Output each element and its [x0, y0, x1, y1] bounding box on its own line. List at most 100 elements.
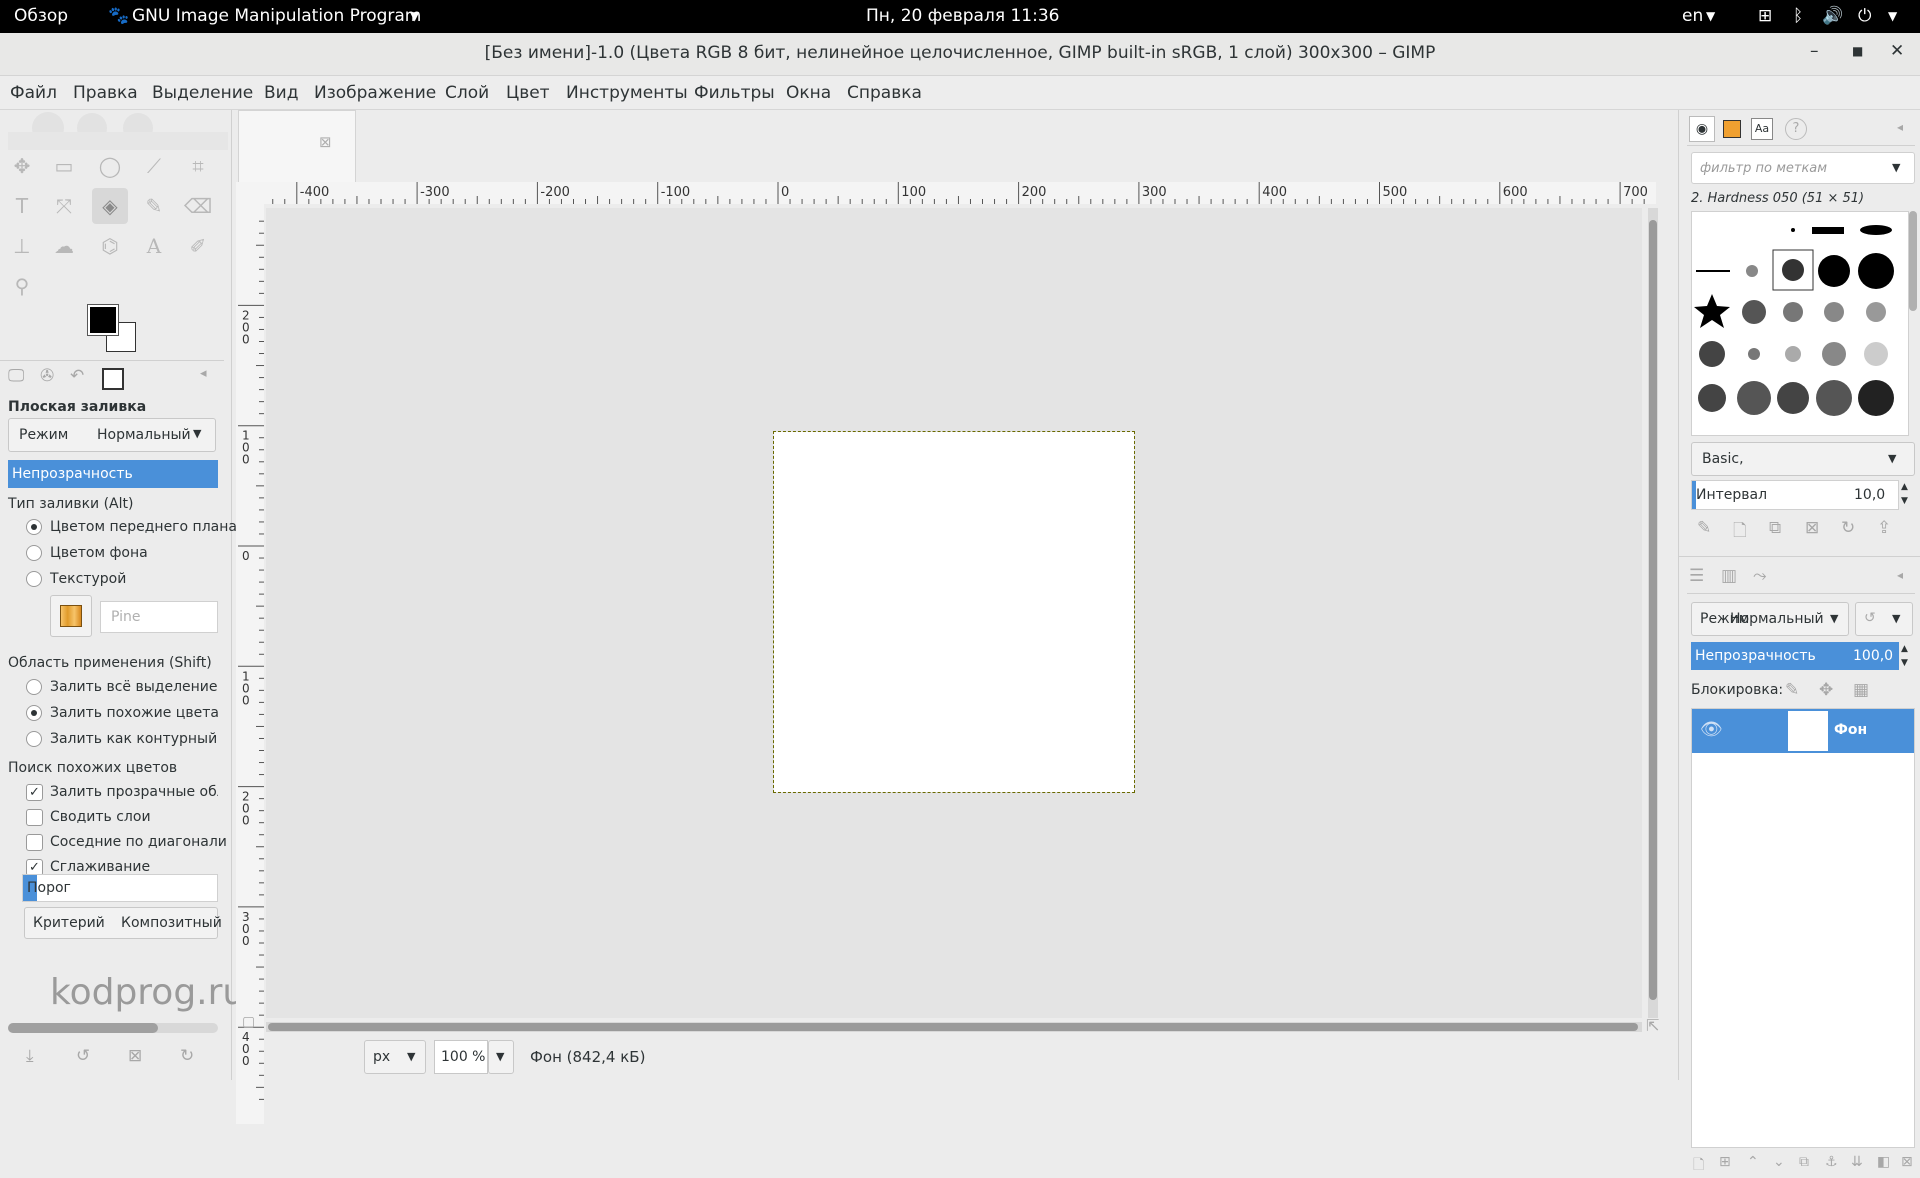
- volume-icon[interactable]: 🔊: [1822, 6, 1843, 26]
- scrollbar-thumb[interactable]: [8, 1023, 158, 1033]
- warp-tool-icon[interactable]: ⤧: [46, 188, 82, 224]
- pattern-name-field[interactable]: Pine: [100, 601, 218, 633]
- zoom-dropdown-button[interactable]: ▼: [488, 1040, 514, 1074]
- new-layer-group-icon[interactable]: 🗋: [1693, 1154, 1704, 1178]
- layer-opacity-slider[interactable]: Непрозрачность 100,0: [1691, 642, 1899, 670]
- network-icon[interactable]: ⊞: [1758, 6, 1772, 26]
- image-canvas[interactable]: [773, 431, 1135, 793]
- merge-layers-checkbox[interactable]: [26, 809, 43, 826]
- device-status-tab-icon[interactable]: ✇: [40, 366, 54, 386]
- color-picker-tool-icon[interactable]: ✐: [180, 228, 216, 264]
- overview-button[interactable]: Обзор: [14, 6, 68, 26]
- duplicate-brush-icon[interactable]: ⧉: [1769, 518, 1781, 538]
- menu-file[interactable]: Файл: [10, 83, 57, 103]
- images-tab-icon[interactable]: [102, 368, 124, 390]
- threshold-slider[interactable]: Порог: [22, 874, 218, 902]
- delete-layer-icon[interactable]: ⊠: [1901, 1154, 1913, 1170]
- quickmask-icon[interactable]: ▢: [242, 1014, 255, 1030]
- crop-tool-icon[interactable]: ⌗: [180, 148, 216, 184]
- restore-options-icon[interactable]: ↺: [76, 1046, 90, 1066]
- mask-layer-icon[interactable]: ◧: [1877, 1154, 1890, 1170]
- minimize-icon[interactable]: –: [1810, 41, 1819, 61]
- smudge-tool-icon[interactable]: ☁: [46, 228, 82, 264]
- clone-tool-icon[interactable]: ⊥: [4, 228, 40, 264]
- merge-layer-icon[interactable]: ⇊: [1851, 1154, 1863, 1170]
- tab-close-icon[interactable]: ⊠: [319, 133, 332, 151]
- rect-select-tool-icon[interactable]: ▭: [46, 148, 82, 184]
- menu-layer[interactable]: Слой: [445, 83, 489, 103]
- area-all-radio[interactable]: [26, 679, 42, 695]
- fill-pattern-radio[interactable]: [26, 571, 42, 587]
- visibility-eye-icon[interactable]: 👁: [1700, 719, 1723, 740]
- menu-view[interactable]: Вид: [264, 83, 298, 103]
- delete-options-icon[interactable]: ⊠: [128, 1046, 142, 1066]
- toolbox-scrollbar[interactable]: [8, 1023, 218, 1033]
- brush-thumbnails[interactable]: [1692, 212, 1909, 436]
- tab-menu-icon[interactable]: ◂: [1897, 568, 1903, 582]
- undo-history-tab-icon[interactable]: ↶: [70, 366, 84, 386]
- spacing-slider[interactable]: Интервал 10,0: [1691, 480, 1899, 510]
- brush-grid[interactable]: [1691, 211, 1909, 436]
- area-similar-label[interactable]: Залить похожие цвета: [50, 705, 219, 721]
- menu-help[interactable]: Справка: [847, 83, 922, 103]
- area-line-radio[interactable]: [26, 731, 42, 747]
- lower-layer-icon[interactable]: ⌄: [1773, 1154, 1785, 1170]
- edit-brush-icon[interactable]: ✎: [1697, 518, 1711, 538]
- fill-transparent-checkbox[interactable]: ✓: [26, 784, 43, 801]
- criterion-dropdown[interactable]: Критерий Композитный: [24, 907, 222, 939]
- area-all-label[interactable]: Залить всё выделение: [50, 679, 218, 695]
- brush-grid-scroll-thumb[interactable]: [1909, 211, 1917, 311]
- clock[interactable]: Пн, 20 февраля 11:36: [866, 6, 1059, 26]
- horizontal-ruler[interactable]: -400 -300 -200 -100 0 100 200 300 400 500 600 700: [236, 182, 1656, 204]
- spacing-spinner-icon[interactable]: ▲ ▼: [1901, 480, 1908, 508]
- diagonal-label[interactable]: Соседние по диагонали: [50, 834, 227, 850]
- paintbrush-tool-icon[interactable]: ✎: [136, 188, 172, 224]
- brush-preset-dropdown[interactable]: Basic, ▼: [1691, 442, 1915, 476]
- fill-bg-radio[interactable]: [26, 545, 42, 561]
- tool-options-tab-icon[interactable]: 🖵: [8, 366, 24, 386]
- menu-color[interactable]: Цвет: [506, 83, 550, 103]
- fill-bg-label[interactable]: Цветом фона: [50, 545, 148, 561]
- menu-select[interactable]: Выделение: [152, 83, 253, 103]
- new-brush-icon[interactable]: 🗋: [1733, 518, 1747, 547]
- close-icon[interactable]: ✕: [1890, 41, 1904, 61]
- tag-filter-input[interactable]: фильтр по меткам ▼: [1691, 152, 1915, 184]
- bucket-fill-tool-icon[interactable]: ◈: [92, 188, 128, 224]
- paths-tab-icon[interactable]: ⤳: [1753, 566, 1767, 586]
- menu-filters[interactable]: Фильтры: [694, 83, 775, 103]
- layer-name[interactable]: Фон: [1834, 722, 1867, 738]
- open-brush-icon[interactable]: ⇪: [1877, 518, 1891, 538]
- reset-options-icon[interactable]: ↻: [180, 1046, 194, 1066]
- pattern-picker-button[interactable]: [50, 595, 92, 637]
- fill-pattern-label[interactable]: Текстурой: [50, 571, 126, 587]
- lasso-tool-icon[interactable]: ◯: [92, 148, 128, 184]
- image-tab[interactable]: ⊠: [238, 110, 356, 182]
- anchor-layer-icon[interactable]: ⚓: [1825, 1154, 1838, 1170]
- layer-composite-dropdown[interactable]: ↺ ▼: [1855, 602, 1913, 636]
- refresh-brushes-icon[interactable]: ↻: [1841, 518, 1855, 538]
- antialias-label[interactable]: Сглаживание: [50, 859, 150, 875]
- new-layer-icon[interactable]: ⊞: [1719, 1154, 1731, 1170]
- canvas-viewport[interactable]: [266, 208, 1642, 1018]
- menu-image[interactable]: Изображение: [314, 83, 436, 103]
- menu-windows[interactable]: Окна: [786, 83, 831, 103]
- area-line-label[interactable]: Залить как контурный ри: [50, 731, 218, 747]
- opacity-slider[interactable]: Непрозрачность: [8, 460, 218, 488]
- lock-position-icon[interactable]: ✥: [1819, 680, 1833, 700]
- app-menu-button[interactable]: GNU Image Manipulation Program: [132, 6, 421, 26]
- fuzzy-select-tool-icon[interactable]: ⟋: [136, 148, 172, 184]
- tab-menu-icon[interactable]: ◂: [1897, 120, 1903, 134]
- layer-row[interactable]: 👁 Фон: [1692, 709, 1914, 753]
- bluetooth-icon[interactable]: ᛒ: [1793, 6, 1803, 26]
- raise-layer-icon[interactable]: ⌃: [1747, 1154, 1759, 1170]
- duplicate-layer-icon[interactable]: ⧉: [1799, 1154, 1809, 1170]
- fonts-tab-icon[interactable]: Aa: [1751, 118, 1773, 140]
- text-tool-icon[interactable]: A: [136, 228, 172, 264]
- layer-mode-dropdown[interactable]: Режим Нормальный ▼: [1691, 602, 1849, 636]
- save-options-icon[interactable]: ⤓: [26, 1046, 34, 1066]
- vscroll-thumb[interactable]: [1649, 220, 1657, 1000]
- help-tab-icon[interactable]: ?: [1785, 118, 1807, 140]
- layers-tab-icon[interactable]: ☰: [1689, 566, 1704, 586]
- horizontal-scrollbar[interactable]: [266, 1022, 1642, 1032]
- transform-tool-icon[interactable]: T: [4, 188, 40, 224]
